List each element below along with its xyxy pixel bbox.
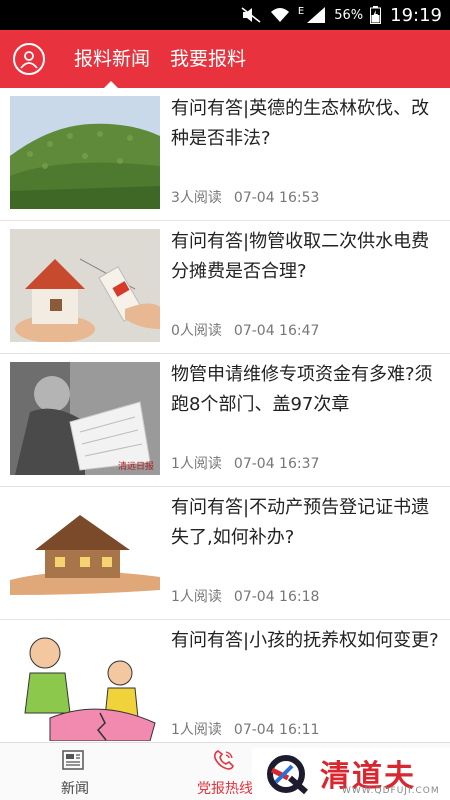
publish-time: 07-04 16:47 [233, 323, 320, 339]
mute-icon [241, 7, 261, 23]
publish-time: 07-04 16:37 [233, 456, 320, 472]
wifi-icon [270, 8, 289, 22]
status-icons: E 56% 19:19 [240, 0, 442, 30]
watermark-url: WWW.QDFUJI.COM [342, 786, 440, 796]
news-thumbnail-cartoon [10, 628, 160, 741]
nav-news[interactable]: 新闻 [15, 743, 135, 800]
battery-percent: 56% [334, 7, 364, 23]
news-item[interactable]: 有问有答|英德的生态林砍伐、改种是否非法? 3人阅读 07-04 16:53 [0, 88, 450, 221]
news-meta: 3人阅读 07-04 16:53 [171, 187, 319, 207]
news-thumbnail-forest [10, 96, 160, 209]
read-count: 0人阅读 [171, 323, 222, 339]
tab-news-reports[interactable]: 报料新闻 [74, 46, 150, 72]
network-type: E [297, 5, 305, 17]
news-title[interactable]: 有问有答|物管收取二次供水电费分摊费是否合理? [171, 227, 439, 287]
news-item[interactable]: 有问有答|不动产预告登记证书遗失了,如何补办? 1人阅读 07-04 16:18 [0, 487, 450, 620]
news-meta: 1人阅读 07-04 16:18 [171, 586, 319, 606]
nav-news-label: 新闻 [61, 781, 89, 797]
image-caption: 清远日报 [117, 462, 154, 472]
news-title[interactable]: 有问有答|小孩的抚养权如何变更? [171, 626, 439, 656]
read-count: 3人阅读 [171, 190, 222, 206]
status-bar: E 56% 19:19 [0, 0, 450, 30]
news-item[interactable]: 有问有答|物管收取二次供水电费分摊费是否合理? 0人阅读 07-04 16:47 [0, 221, 450, 354]
news-title[interactable]: 有问有答|不动产预告登记证书遗失了,如何补办? [171, 493, 439, 553]
read-count: 1人阅读 [171, 722, 222, 738]
news-title[interactable]: 有问有答|英德的生态林砍伐、改种是否非法? [171, 94, 439, 154]
user-icon [20, 51, 38, 69]
watermark-logo: 清道夫 WWW.QDFUJI.COM [252, 748, 450, 800]
news-list[interactable]: 有问有答|英德的生态林砍伐、改种是否非法? 3人阅读 07-04 16:53 有问… [0, 88, 450, 742]
publish-time: 07-04 16:53 [233, 190, 320, 206]
clock: 19:19 [390, 4, 442, 26]
read-count: 1人阅读 [171, 589, 222, 605]
news-thumbnail-house-tag [10, 229, 160, 342]
profile-button[interactable] [13, 43, 45, 75]
signal-icon [307, 7, 326, 23]
active-tab-indicator [104, 81, 118, 88]
news-item[interactable]: 清远日报 物管申请维修专项资金有多难?须跑8个部门、盖97次章 1人阅读 07-0… [0, 354, 450, 487]
news-meta: 1人阅读 07-04 16:11 [171, 719, 319, 739]
phone-icon [214, 750, 234, 770]
news-meta: 0人阅读 07-04 16:47 [171, 320, 319, 340]
news-title[interactable]: 物管申请维修专项资金有多难?须跑8个部门、盖97次章 [171, 360, 439, 420]
read-count: 1人阅读 [171, 456, 222, 472]
news-item[interactable]: 有问有答|小孩的抚养权如何变更? 1人阅读 07-04 16:11 [0, 620, 450, 742]
newspaper-icon [62, 750, 84, 770]
news-meta: 1人阅读 07-04 16:37 [171, 453, 319, 473]
tab-submit-report[interactable]: 我要报料 [170, 46, 246, 72]
app-header: 报料新闻 我要报料 [0, 30, 450, 88]
news-thumbnail-stamping: 清远日报 [10, 362, 160, 475]
news-thumbnail-house-hand [10, 495, 160, 608]
publish-time: 07-04 16:11 [233, 722, 320, 738]
watermark-emblem-icon [267, 755, 308, 795]
publish-time: 07-04 16:18 [233, 589, 320, 605]
battery-icon [370, 6, 382, 24]
